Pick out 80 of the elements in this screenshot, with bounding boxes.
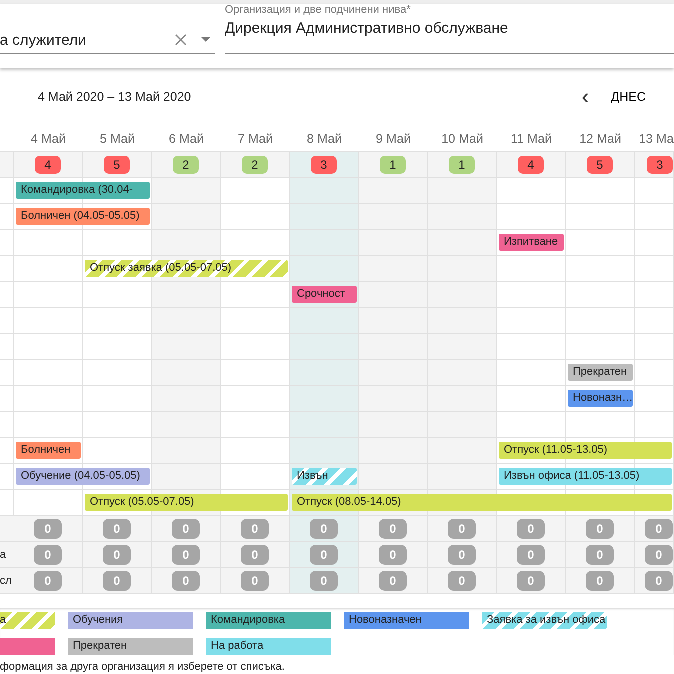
summary-count: 0 <box>172 518 200 538</box>
summary-count: 0 <box>310 518 338 538</box>
organization-select[interactable]: Организация и две подчинени нива* Дирекция Административно обслужване <box>225 4 674 54</box>
summary-count: 0 <box>379 518 407 538</box>
summary-label: а <box>0 548 6 560</box>
summary-count: 0 <box>448 570 476 590</box>
event-bar[interactable]: Отпуск (11.05-13.05) <box>499 442 672 459</box>
summary-count: 0 <box>379 544 407 564</box>
count-badge: 5 <box>587 156 613 174</box>
event-bar[interactable]: Обучение (04.05-05.05) <box>16 468 150 485</box>
organization-label: Организация и две подчинени нива* <box>225 4 411 16</box>
event-bar[interactable]: Извън офиса (11.05-13.05) <box>499 468 672 485</box>
event-bar[interactable]: Срочност <box>292 286 357 303</box>
dropdown-icon[interactable] <box>201 37 211 42</box>
summary-count: 0 <box>517 518 545 538</box>
event-bar[interactable]: Командировка (30.04- <box>16 182 150 199</box>
count-badge: 1 <box>380 156 406 174</box>
summary-count: 0 <box>34 518 62 538</box>
summary-count: 0 <box>103 518 131 538</box>
clear-icon[interactable] <box>175 34 187 46</box>
organization-value: Дирекция Административно обслужване <box>225 20 508 39</box>
count-badge: 3 <box>311 156 337 174</box>
legend-item: Новоназначен <box>344 612 469 629</box>
summary-count: 0 <box>172 570 200 590</box>
summary-count: 0 <box>645 518 673 538</box>
day-header: 6 Май <box>169 132 204 146</box>
summary-count: 0 <box>172 544 200 564</box>
summary-count: 0 <box>34 570 62 590</box>
event-bar[interactable]: Новоназн… <box>568 390 633 407</box>
summary-count: 0 <box>517 570 545 590</box>
day-header: 4 Май <box>31 132 66 146</box>
employees-value: а служители <box>0 32 88 49</box>
event-bar[interactable]: Прекратен <box>568 364 633 381</box>
summary-count: 0 <box>310 544 338 564</box>
count-badge: 2 <box>173 156 199 174</box>
legend-item: Прекратен <box>68 638 193 655</box>
summary-count: 0 <box>586 544 614 564</box>
day-header: 7 Май <box>238 132 273 146</box>
summary-count: 0 <box>103 570 131 590</box>
summary-count: 0 <box>241 544 269 564</box>
summary-count: 0 <box>645 570 673 590</box>
date-range: 4 Май 2020 – 13 Май 2020 <box>38 90 192 104</box>
summary-label: сл <box>0 574 12 586</box>
summary-count: 0 <box>310 570 338 590</box>
summary-count: 0 <box>517 544 545 564</box>
legend-item: На работа <box>206 638 331 655</box>
summary-count: 0 <box>241 518 269 538</box>
summary-count: 0 <box>586 570 614 590</box>
event-bar[interactable]: Болничен <box>16 442 81 459</box>
day-header: 9 Май <box>376 132 411 146</box>
employees-select[interactable]: а служители <box>0 4 215 54</box>
summary-count: 0 <box>448 518 476 538</box>
summary-count: 0 <box>379 570 407 590</box>
day-header: 13 Ма <box>639 132 674 146</box>
previous-button[interactable]: ‹ <box>582 86 590 108</box>
legend-item: Обучения <box>68 612 193 629</box>
event-bar[interactable]: Отпуск (05.05-07.05) <box>85 494 288 511</box>
day-header: 11 Май <box>511 132 552 146</box>
day-header: 12 Май <box>580 132 622 146</box>
count-badge: 1 <box>449 156 475 174</box>
legend-item: Командировка <box>206 612 331 629</box>
count-badge: 2 <box>242 156 268 174</box>
count-badge: 5 <box>104 156 130 174</box>
summary-count: 0 <box>103 544 131 564</box>
event-bar[interactable]: Болничен (04.05-05.05) <box>16 208 150 225</box>
today-button[interactable]: ДНЕС <box>611 90 646 104</box>
summary-count: 0 <box>448 544 476 564</box>
count-badge: 4 <box>35 156 61 174</box>
event-bar[interactable]: Изпитване <box>499 234 564 251</box>
event-bar[interactable]: Отпуск (08.05-14.05) <box>292 494 672 511</box>
day-header: 10 Май <box>442 132 484 146</box>
count-badge: 4 <box>518 156 544 174</box>
summary-count: 0 <box>586 518 614 538</box>
summary-count: 0 <box>645 544 673 564</box>
day-header: 8 Май <box>307 132 342 146</box>
day-header: 5 Май <box>100 132 135 146</box>
hint-text: формация за друга организация я изберете от списъка. <box>0 661 286 673</box>
summary-count: 0 <box>34 544 62 564</box>
summary-count: 0 <box>241 570 269 590</box>
count-badge: 3 <box>647 156 673 174</box>
